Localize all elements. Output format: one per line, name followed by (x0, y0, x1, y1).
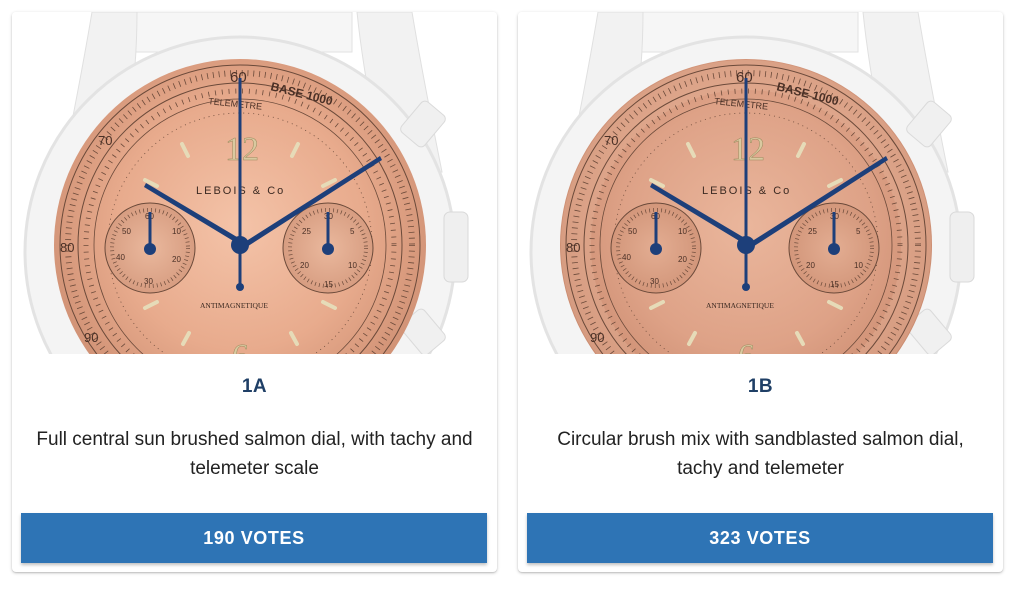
svg-text:10: 10 (854, 261, 863, 270)
numeral-70: 70 (604, 133, 618, 148)
svg-text:5: 5 (856, 227, 861, 236)
svg-text:5: 5 (350, 227, 355, 236)
option-code: 1B (747, 376, 774, 397)
antimagnetique-label: ANTIMAGNETIQUE (200, 301, 268, 310)
svg-text:50: 50 (628, 227, 637, 236)
voting-cards: 60 70 80 90 BASE 1000 TELEMETRE 12 6 (0, 0, 1019, 591)
svg-text:20: 20 (300, 261, 309, 270)
crown (949, 211, 975, 283)
svg-text:15: 15 (830, 280, 839, 289)
vote-button-1b[interactable]: 323 VOTES (527, 513, 993, 563)
hour-12: 12 (731, 131, 765, 168)
watch-image-1b[interactable]: 60 70 80 90 BASE 1000 TELEMETRE 12 6 (518, 12, 1003, 354)
svg-text:10: 10 (172, 227, 181, 236)
svg-text:20: 20 (172, 255, 181, 264)
antimagnetique-label: ANTIMAGNETIQUE (706, 301, 774, 310)
svg-text:10: 10 (678, 227, 687, 236)
svg-text:40: 40 (116, 253, 125, 262)
svg-text:25: 25 (808, 227, 817, 236)
option-card-1b: 60 70 80 90 BASE 1000 TELEMETRE 12 6 (518, 12, 1003, 572)
hour-12: 12 (225, 131, 259, 168)
watch-dial-illustration: 60 70 80 90 BASE 1000 TELEMETRE 12 6 (23, 12, 469, 354)
numeral-60: 60 (230, 69, 247, 86)
svg-text:50: 50 (122, 227, 131, 236)
numeral-70: 70 (98, 133, 112, 148)
svg-text:20: 20 (806, 261, 815, 270)
hour-6: 6 (232, 338, 249, 354)
numeral-80: 80 (566, 240, 580, 255)
hour-6: 6 (738, 338, 755, 354)
option-description: Circular brush mix with sandblasted salm… (557, 429, 964, 479)
watch-image-1a[interactable]: 60 70 80 90 BASE 1000 TELEMETRE 12 6 (12, 12, 497, 354)
svg-text:30: 30 (650, 277, 659, 286)
seconds-hand (238, 78, 242, 288)
svg-text:40: 40 (622, 253, 631, 262)
option-description: Full central sun brushed salmon dial, wi… (36, 429, 473, 479)
seconds-hand (744, 78, 748, 288)
svg-text:20: 20 (678, 255, 687, 264)
svg-text:30: 30 (144, 277, 153, 286)
numeral-60: 60 (736, 69, 753, 86)
option-code: 1A (241, 376, 268, 397)
crown (443, 211, 469, 283)
numeral-90: 90 (590, 330, 604, 345)
svg-text:25: 25 (302, 227, 311, 236)
svg-text:10: 10 (348, 261, 357, 270)
vote-button-1a[interactable]: 190 VOTES (21, 513, 487, 563)
watch-dial-illustration: 60 70 80 90 BASE 1000 TELEMETRE 12 6 (529, 12, 975, 354)
numeral-90: 90 (84, 330, 98, 345)
numeral-80: 80 (60, 240, 74, 255)
svg-text:15: 15 (324, 280, 333, 289)
option-card-1a: 60 70 80 90 BASE 1000 TELEMETRE 12 6 (12, 12, 497, 572)
